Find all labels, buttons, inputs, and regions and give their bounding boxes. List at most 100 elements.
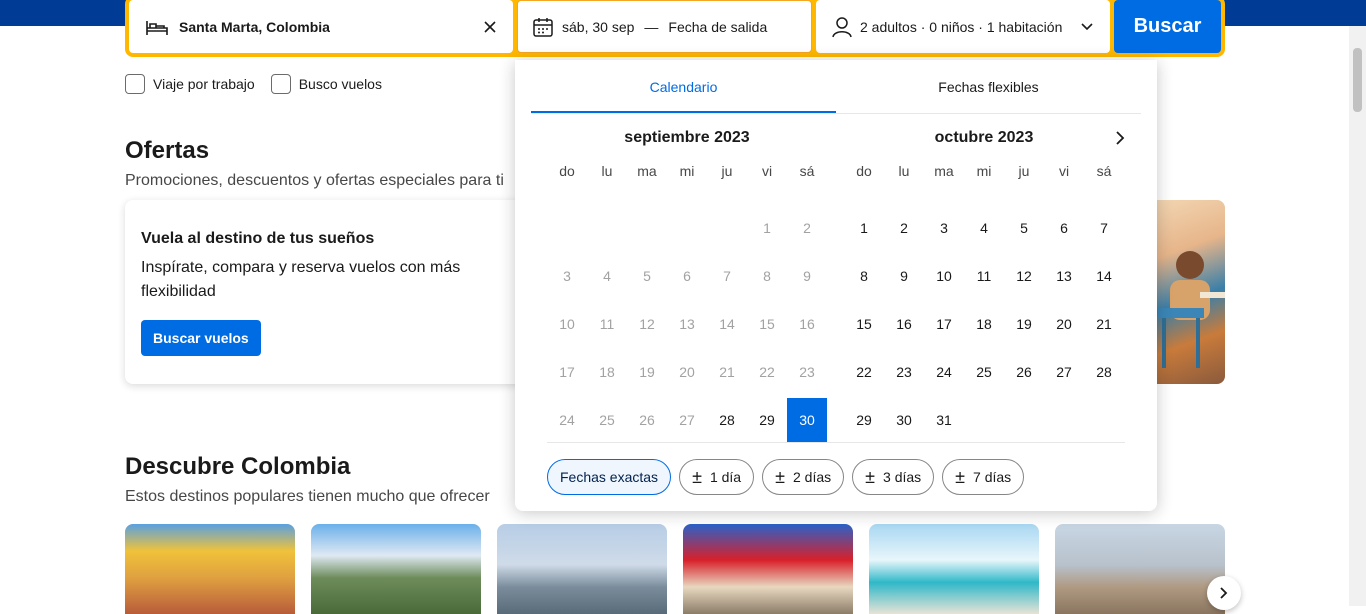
calendar-day[interactable]: 20 [1044, 302, 1084, 346]
calendar-day[interactable]: 29 [844, 398, 884, 442]
flex-days-chip[interactable]: ±1 día [679, 459, 755, 495]
calendar-day[interactable]: 12 [1004, 254, 1044, 298]
calendar-day: 10 [559, 316, 575, 332]
calendar-day: 7 [723, 268, 731, 284]
calendar-day[interactable]: 18 [964, 302, 1004, 346]
tab-flexible-dates[interactable]: Fechas flexibles [836, 70, 1141, 113]
bed-icon [145, 17, 169, 37]
destination-carousel [125, 524, 1225, 614]
destination-tile[interactable] [683, 524, 853, 614]
calendar-day[interactable]: 14 [1084, 254, 1124, 298]
calendar-day[interactable]: 3 [924, 206, 964, 250]
date-separator: — [644, 18, 659, 35]
calendar-day-selected[interactable]: 30 [787, 398, 827, 442]
person-icon [832, 16, 852, 38]
calendar-day[interactable]: 6 [1044, 206, 1084, 250]
calendar-day[interactable]: 21 [1084, 302, 1124, 346]
discover-subtitle: Estos destinos populares tienen mucho qu… [125, 488, 490, 505]
destination-tile[interactable] [1055, 524, 1225, 614]
calendar-day[interactable]: 28 [707, 398, 747, 442]
check-in-date[interactable]: sáb, 30 sep [562, 19, 634, 35]
destination-tile[interactable] [311, 524, 481, 614]
calendar-day[interactable]: 16 [884, 302, 924, 346]
calendar-day[interactable]: 15 [844, 302, 884, 346]
next-month-button[interactable] [1108, 126, 1132, 150]
flex-days-chip[interactable]: ±7 días [942, 459, 1025, 495]
calendar-day[interactable]: 9 [884, 254, 924, 298]
destination-field[interactable]: Santa Marta, Colombia [129, 0, 513, 53]
calendar-day[interactable]: 24 [924, 350, 964, 394]
search-flights-button[interactable]: Buscar vuelos [141, 320, 261, 356]
clear-icon[interactable] [483, 20, 497, 34]
calendar-day: 11 [599, 316, 615, 332]
calendar-day[interactable]: 29 [747, 398, 787, 442]
calendar-day[interactable]: 23 [884, 350, 924, 394]
calendar-day[interactable]: 7 [1084, 206, 1124, 250]
work-trip-label: Viaje por trabajo [153, 76, 255, 92]
calendar-day[interactable]: 26 [1004, 350, 1044, 394]
search-options: Viaje por trabajo Busco vuelos [125, 74, 382, 94]
calendar-day[interactable]: 22 [844, 350, 884, 394]
calendar-day[interactable]: 11 [964, 254, 1004, 298]
carousel-next-button[interactable] [1207, 576, 1241, 610]
work-trip-checkbox[interactable] [125, 74, 145, 94]
divider [547, 442, 1125, 443]
calendar-day[interactable]: 5 [1004, 206, 1044, 250]
search-button[interactable]: Buscar [1114, 0, 1221, 53]
calendar-day: 1 [763, 220, 771, 236]
flights-checkbox[interactable] [270, 74, 291, 94]
calendar-day[interactable]: 2 [884, 206, 924, 250]
calendar-day[interactable]: 17 [924, 302, 964, 346]
work-trip-option[interactable]: Viaje por trabajo [125, 74, 255, 94]
calendar-day: 9 [803, 268, 811, 284]
flexibility-chips: Fechas exactas ±1 día ±2 días ±3 días ±7 día… [547, 459, 1025, 495]
weekday-label: ju [721, 163, 733, 179]
check-out-date[interactable]: Fecha de salida [668, 19, 767, 35]
discover-title: Descubre Colombia [125, 453, 351, 480]
calendar-day[interactable]: 1 [844, 206, 884, 250]
calendar-empty-cell [667, 206, 707, 250]
calendar-day[interactable]: 4 [964, 206, 1004, 250]
calendar-day[interactable]: 13 [1044, 254, 1084, 298]
month-september: septiembre 2023 do lu ma mi ju vi sá 123456789… [547, 120, 827, 444]
calendar-day[interactable]: 19 [1004, 302, 1044, 346]
calendar-day[interactable]: 31 [924, 398, 964, 442]
calendar-day: 15 [759, 316, 775, 332]
exact-dates-chip[interactable]: Fechas exactas [547, 459, 672, 495]
calendar-day[interactable]: 25 [964, 350, 1004, 394]
month-title: octubre 2023 [934, 129, 1034, 146]
weekday-label: mi [679, 163, 695, 179]
calendar-day: 6 [683, 268, 691, 284]
destination-tile[interactable] [125, 524, 295, 614]
calendar-day: 24 [559, 412, 575, 428]
calendar-day: 26 [639, 412, 655, 428]
weekday-label: mi [976, 163, 992, 179]
calendar-day[interactable]: 27 [1044, 350, 1084, 394]
chip-label: 3 días [883, 469, 922, 485]
flex-days-chip[interactable]: ±3 días [852, 459, 935, 495]
destination-tile[interactable] [497, 524, 667, 614]
destination-tile[interactable] [869, 524, 1039, 614]
weekday-label: do [559, 163, 575, 179]
guests-summary[interactable]: 2 adultos · 0 niños · 1 habitación [860, 19, 1080, 35]
guests-field[interactable]: 2 adultos · 0 niños · 1 habitación [816, 0, 1110, 53]
calendar-day[interactable]: 10 [924, 254, 964, 298]
calendar-day[interactable]: 28 [1084, 350, 1124, 394]
calendar-day[interactable]: 8 [844, 254, 884, 298]
offers-title: Ofertas [125, 137, 210, 164]
dates-field[interactable]: sáb, 30 sep — Fecha de salida [517, 0, 812, 53]
flights-option[interactable]: Busco vuelos [270, 74, 382, 94]
calendar-icon [532, 16, 554, 38]
page-scrollbar[interactable] [1349, 26, 1366, 606]
flex-days-chip[interactable]: ±2 días [762, 459, 845, 495]
destination-input[interactable]: Santa Marta, Colombia [179, 19, 483, 35]
chip-label: 7 días [973, 469, 1012, 485]
calendar-empty-cell [1044, 398, 1084, 442]
calendar-day: 3 [563, 268, 571, 284]
chevron-right-icon [1115, 130, 1125, 146]
calendar-day[interactable]: 30 [884, 398, 924, 442]
tab-calendar[interactable]: Calendario [531, 70, 836, 113]
chevron-down-icon[interactable] [1080, 22, 1094, 32]
weekday-label: lu [601, 163, 613, 179]
scrollbar-thumb[interactable] [1353, 48, 1362, 112]
